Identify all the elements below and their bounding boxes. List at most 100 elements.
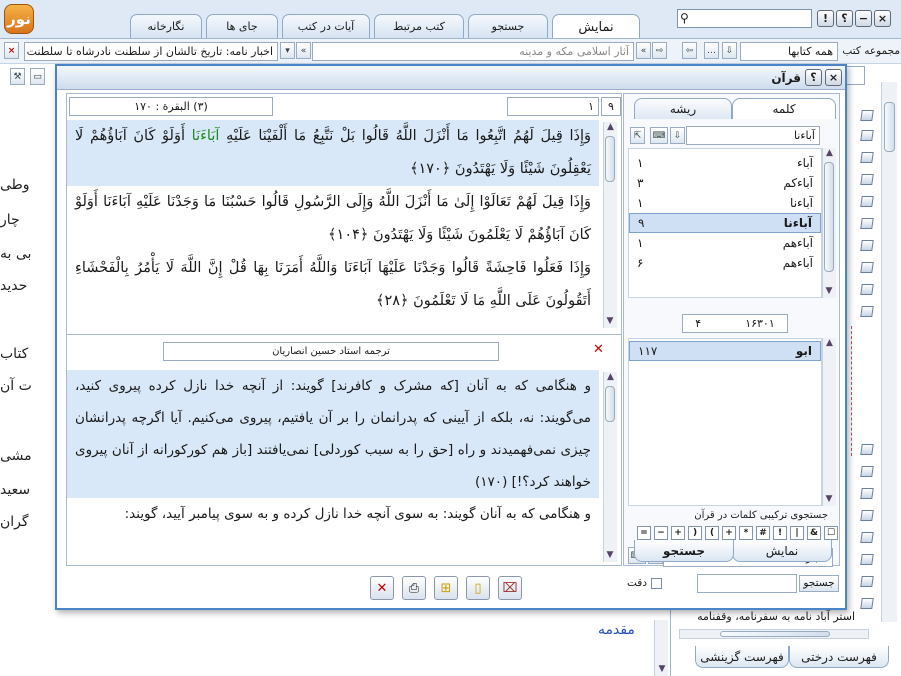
scroll-up-arrow[interactable]: ▲ <box>823 338 836 348</box>
list-item[interactable]: آباءکم ۳ <box>629 173 821 193</box>
tab-search[interactable]: جستجو <box>468 14 548 38</box>
book-icon[interactable] <box>860 488 874 499</box>
word-input[interactable]: آباءنا <box>686 126 820 145</box>
close-doc-icon[interactable]: × <box>4 42 19 59</box>
tree-scrollbar[interactable] <box>881 82 897 622</box>
and-operator-button[interactable]: & <box>807 526 821 540</box>
tree-hscrollbar[interactable] <box>679 629 869 639</box>
close-button[interactable]: × <box>874 10 891 27</box>
search-term-field[interactable] <box>697 573 797 593</box>
minimize-button[interactable]: − <box>855 10 872 27</box>
sura-verse-field[interactable]: (۳) البقرة : ۱۷۰ <box>69 97 273 116</box>
collection-select[interactable]: همه کتابها <box>740 42 838 61</box>
book-icon[interactable] <box>860 510 874 521</box>
tab-related-books[interactable]: کتب مرتبط <box>374 14 464 38</box>
checkbox-operator[interactable]: ☐ <box>824 526 838 540</box>
clear-icon[interactable]: ⇱ <box>630 127 645 144</box>
book-icon[interactable] <box>860 576 874 587</box>
root-list-scrollbar[interactable]: ▲ ▼ <box>822 338 836 506</box>
tab-display-panel[interactable]: نمایش <box>732 540 832 562</box>
not-operator-button[interactable]: ! <box>773 526 787 540</box>
close-translation-icon[interactable]: ✕ <box>593 342 607 357</box>
hash-operator-button[interactable]: # <box>756 526 770 540</box>
book-icon[interactable] <box>860 240 874 251</box>
dialog-help-button[interactable]: ؟ <box>805 69 822 86</box>
more-icon[interactable]: … <box>704 42 719 59</box>
tab-word[interactable]: کلمه <box>732 98 836 119</box>
book-icon[interactable] <box>860 196 874 207</box>
equals-button[interactable]: = <box>637 526 651 540</box>
tab-gallery[interactable]: نگارخانه <box>130 14 202 38</box>
word-list-scrollbar[interactable]: ▲ ▼ <box>822 148 836 298</box>
book-icon[interactable] <box>860 532 874 543</box>
dropdown-arrow-icon[interactable]: ▾ <box>280 42 295 59</box>
tab-search-panel[interactable]: جستجو <box>634 540 734 562</box>
tab-display[interactable]: نمایش <box>552 14 640 39</box>
arrow-right-icon[interactable]: ⇨ <box>652 42 667 59</box>
book-icon[interactable] <box>860 110 874 121</box>
exact-checkbox[interactable] <box>651 577 663 589</box>
info-button[interactable]: ! <box>817 10 834 27</box>
translator-select[interactable]: ترجمه استاد حسین انصاریان <box>163 342 499 361</box>
dropdown-arrow-icon[interactable]: ⇩ <box>670 127 685 144</box>
book-icon[interactable] <box>860 466 874 477</box>
page-number-field[interactable]: ۹ <box>601 97 621 116</box>
list-item[interactable]: آباءهم ۶ <box>629 253 821 273</box>
list-item[interactable]: آباء ۱ <box>629 153 821 173</box>
scroll-up-arrow[interactable]: ▲ <box>604 122 617 132</box>
search-button[interactable]: جستجو <box>799 574 839 592</box>
list-item-selected[interactable]: آباءنا ۹ <box>629 213 821 233</box>
open-paren-button[interactable]: ( <box>705 526 719 540</box>
list-item[interactable]: آباءنا ۱ <box>629 193 821 213</box>
hscroll-thumb[interactable] <box>720 631 830 637</box>
list-item[interactable]: آباءهم ۱ <box>629 233 821 253</box>
scroll-up-arrow[interactable]: ▲ <box>604 372 617 382</box>
keyboard-icon[interactable]: ⌨ <box>650 127 668 144</box>
book-icon[interactable] <box>860 130 874 141</box>
cancel-icon[interactable]: ✕ <box>370 576 394 600</box>
book-icon[interactable] <box>860 152 874 163</box>
scroll-thumb[interactable] <box>884 102 895 152</box>
intro-link[interactable]: مقدمه <box>598 622 635 638</box>
scroll-down-arrow[interactable]: ▼ <box>655 664 669 674</box>
help-button[interactable]: ؟ <box>836 10 853 27</box>
book-icon[interactable] <box>860 174 874 185</box>
app-logo[interactable]: نور <box>4 4 34 34</box>
dialog-close-button[interactable]: × <box>825 69 842 86</box>
export-icon[interactable]: ⊞ <box>434 576 458 600</box>
verse-index-field[interactable]: ۱ <box>507 97 599 116</box>
tab-places[interactable]: جای ها <box>206 14 278 38</box>
print-icon[interactable]: ⎙ <box>402 576 426 600</box>
scroll-down-arrow[interactable]: ▼ <box>604 316 616 326</box>
tab-selective-index[interactable]: فهرست گزینشی <box>695 646 789 668</box>
scroll-thumb[interactable] <box>605 386 615 422</box>
book-icon[interactable] <box>860 262 874 273</box>
close-paren-button[interactable]: ) <box>688 526 702 540</box>
or-operator-button[interactable]: | <box>790 526 804 540</box>
book-icon[interactable] <box>860 218 874 229</box>
tab-root[interactable]: ریشه <box>634 98 732 119</box>
book-icon[interactable] <box>860 284 874 295</box>
arrow-left-icon[interactable]: ⇦ <box>682 42 697 59</box>
scroll-down-arrow[interactable]: ▼ <box>823 494 835 504</box>
book-icon[interactable] <box>860 598 874 609</box>
scroll-down-arrow[interactable]: ▼ <box>604 550 616 560</box>
book-icon[interactable] <box>860 306 874 317</box>
download-icon[interactable]: ⇩ <box>722 42 737 59</box>
exact-option[interactable]: دقت <box>627 577 663 589</box>
scroll-thumb[interactable] <box>605 136 615 182</box>
page-icon[interactable]: ▯ <box>466 576 490 600</box>
scroll-up-arrow[interactable]: ▲ <box>823 148 836 158</box>
scroll-down-arrow[interactable]: ▼ <box>823 286 835 296</box>
list-item-selected[interactable]: ابو ۱۱۷ <box>629 341 821 361</box>
add-button[interactable]: + <box>671 526 685 540</box>
chevron-icon[interactable]: « <box>636 42 651 59</box>
tab-verses-in-books[interactable]: آیات در کتب <box>282 14 370 38</box>
minus-button[interactable]: − <box>654 526 668 540</box>
double-chevron-icon[interactable]: « <box>296 42 311 59</box>
tab-tree-index[interactable]: فهرست درختی <box>789 646 889 668</box>
book-icon[interactable] <box>860 444 874 455</box>
translation-scrollbar[interactable]: ▲ ▼ <box>603 372 617 562</box>
history-field[interactable]: اخبار نامه: تاریخ تالشان از سلطنت نادرشا… <box>24 42 278 61</box>
plus-operator-button[interactable]: + <box>722 526 736 540</box>
